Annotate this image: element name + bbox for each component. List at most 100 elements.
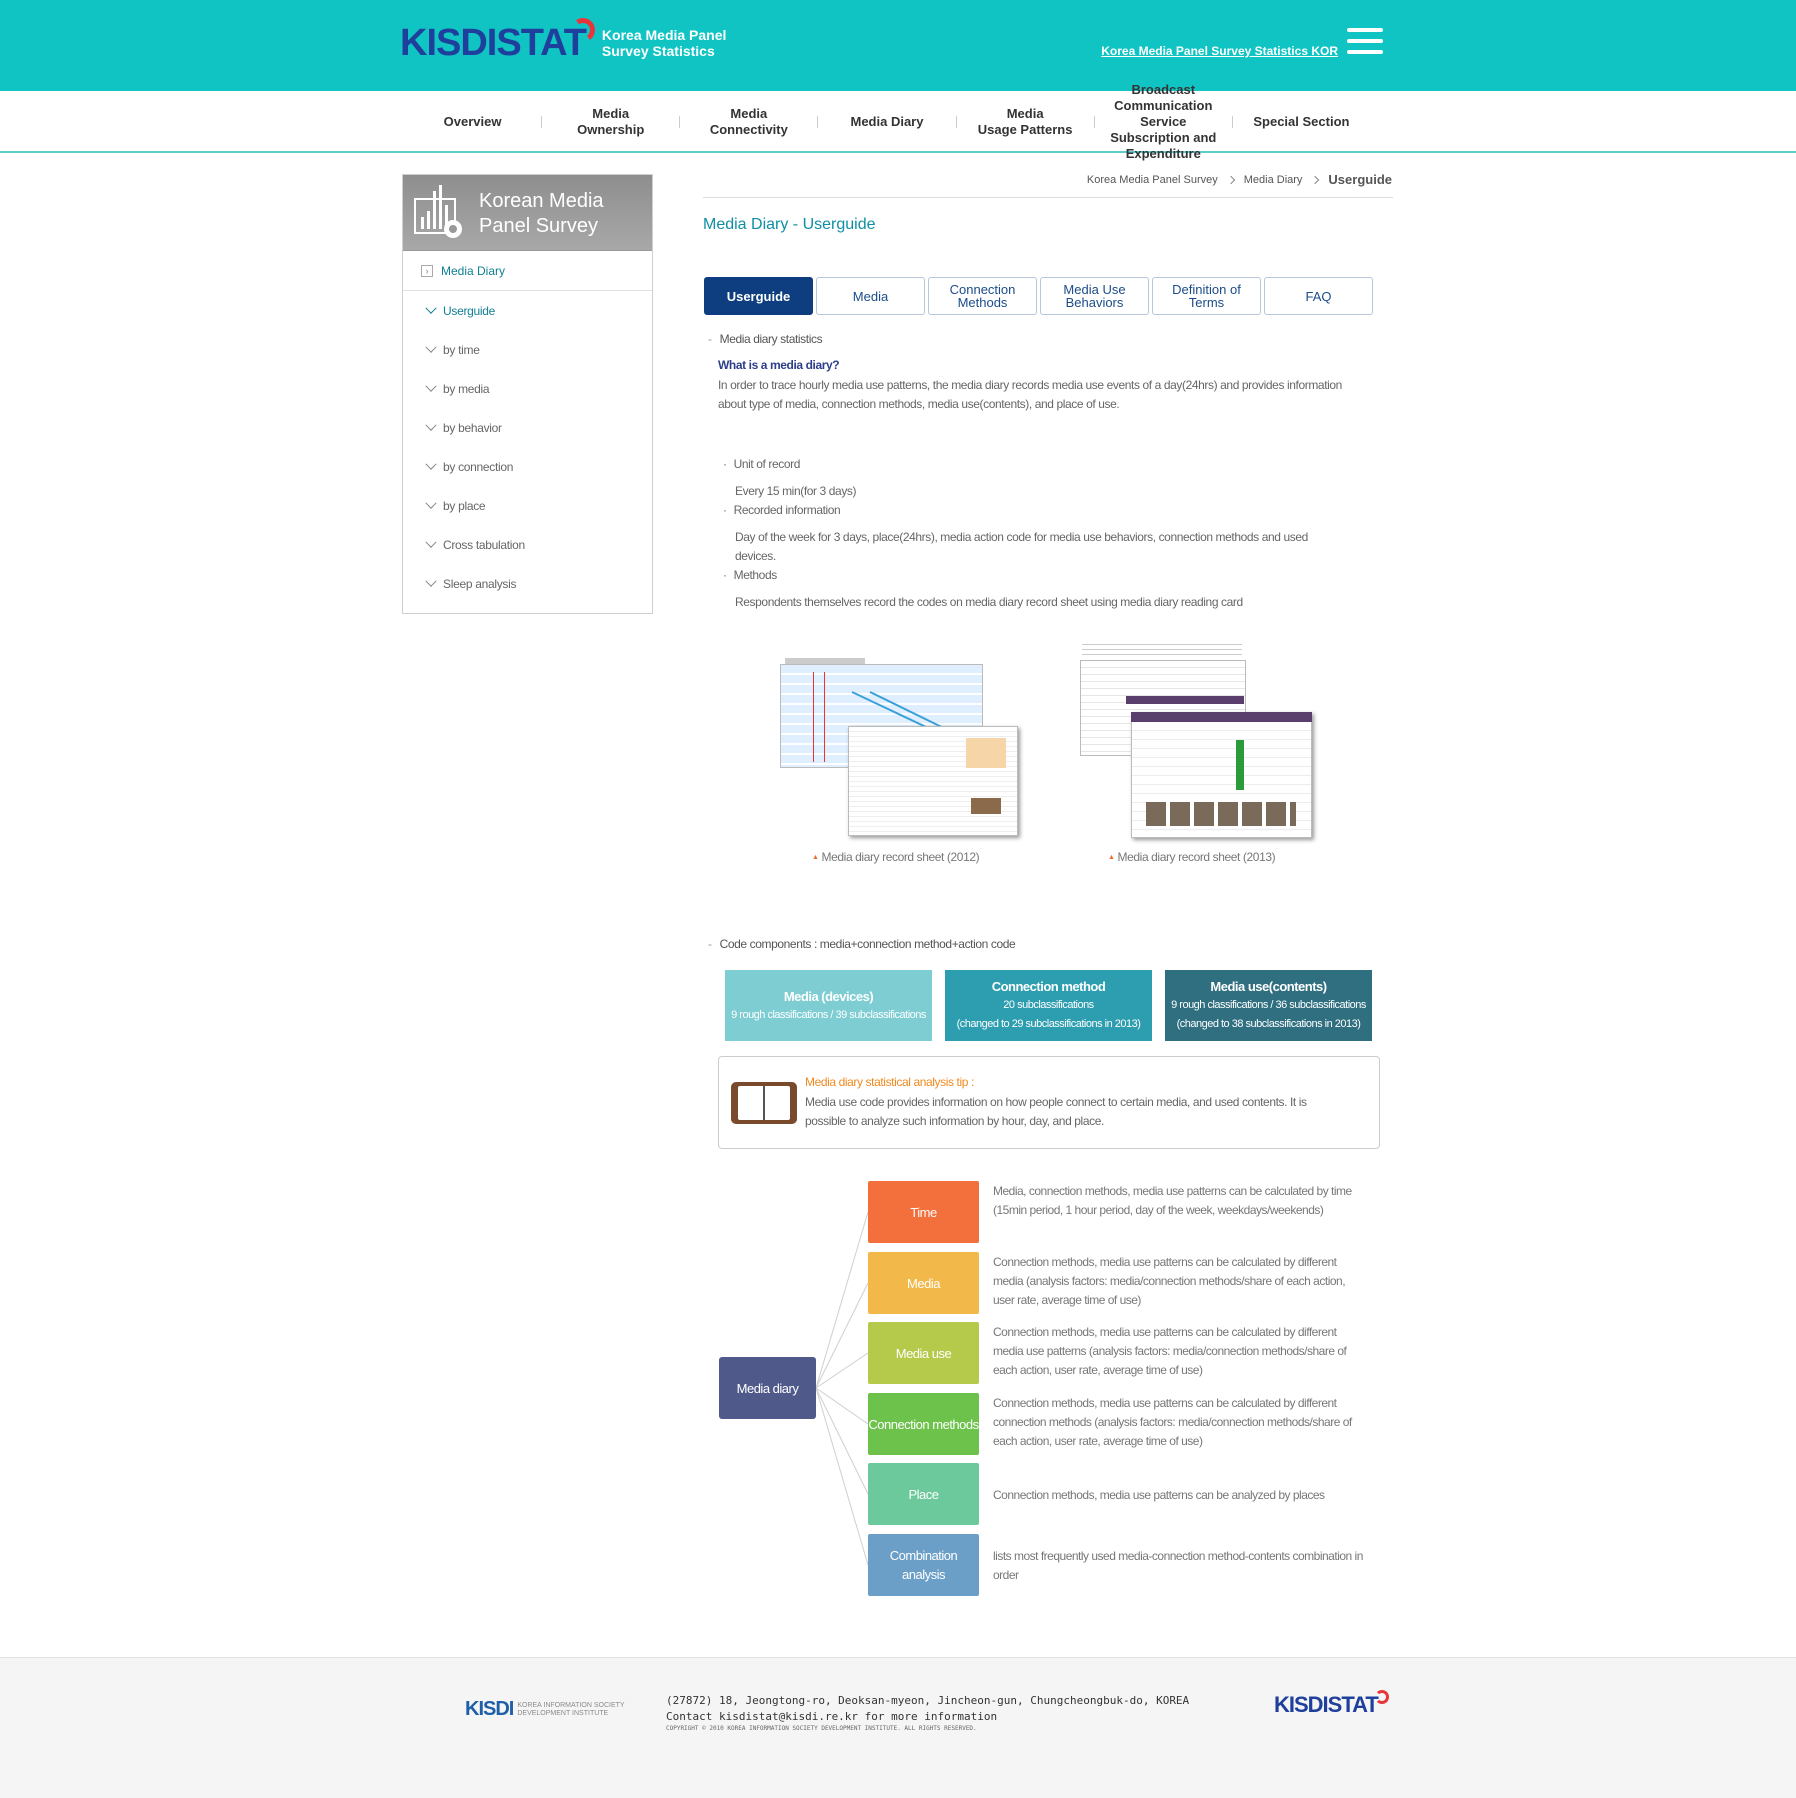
logo-subtitle-line2: Survey Statistics [601,43,715,59]
footer-kisdistat-logo[interactable]: KISDISTAT [1274,1690,1389,1718]
question-heading: What is a media diary? [718,358,840,372]
gnb-item[interactable]: Media Connectivity [680,106,817,138]
gnb-item[interactable]: Overview [404,114,541,130]
global-nav: Overview Media Ownership Media Connectivit… [0,82,1796,161]
sidebar-header: Korean Media Panel Survey [403,175,652,251]
methods-value: Respondents themselves record the codes … [735,595,1243,609]
intro-paragraph: In order to trace hourly media use patte… [718,376,1398,414]
kisdistat-logo[interactable]: KISDISTAT Korea Media Panel Survey Stati… [400,18,726,68]
gnb-item[interactable]: Media Ownership [542,106,679,138]
tab[interactable]: FAQ [1264,277,1373,315]
diagram-connector-line [815,1387,869,1495]
logo-ring-icon [1374,1690,1389,1704]
sidebar-item[interactable]: by behavior [403,408,652,447]
code-box-line1: 9 rough classifications / 39 subclassifi… [731,1008,926,1021]
sidebar-item[interactable]: Sleep analysis [403,564,652,603]
sidebar-item[interactable]: by time [403,330,652,369]
diagram-node: Combination analysis [868,1534,979,1596]
sidebar-item[interactable]: by media [403,369,652,408]
code-box-line2: (changed to 29 subclassifications in 201… [956,1018,1141,1030]
intro-line2: about type of media, connection methods,… [718,397,1120,411]
section-heading-media-diary-statistics: Media diary statistics [708,330,823,349]
tab[interactable]: Media [816,277,925,315]
sidebar-item-label: by connection [443,459,514,474]
sidebar-category-label: Media Diary [441,263,506,278]
tab[interactable]: Media Use Behaviors [1040,277,1149,315]
expand-box-icon: › [421,264,433,277]
footer: KISDI KOREA INFORMATION SOCIETY DEVELOPM… [0,1657,1796,1798]
diagram-node: Place [868,1463,979,1525]
intro-line1: In order to trace hourly media use patte… [718,378,1342,392]
kisdi-logo[interactable]: KISDI KOREA INFORMATION SOCIETY DEVELOPM… [465,1698,625,1721]
chevron-down-icon [425,341,437,353]
kisdi-fullname-line2: DEVELOPMENT INSTITUTE [517,1709,609,1717]
sidebar-item-label: by media [443,381,490,396]
chevron-down-icon [425,458,437,470]
diagram-node-description: Connection methods, media use patterns c… [993,1325,1347,1377]
gnb-item[interactable]: Media Usage Patterns [957,106,1094,138]
code-box-title: Media (devices) [783,988,874,1004]
breadcrumb-divider [703,197,1393,198]
tab[interactable]: Definition of Terms [1152,277,1261,315]
breadcrumb-home[interactable]: Korea Media Panel Survey [1087,174,1218,186]
sidebar-item-label: by place [443,498,486,513]
gnb-item[interactable]: Special Section [1233,114,1370,130]
recorded-information-value: Day of the week for 3 days, place(24hrs)… [735,528,1375,566]
diagram-node: Media use [868,1322,979,1384]
kisdi-wordmark: KISDI [465,1698,514,1720]
menu-hamburger-icon[interactable] [1347,28,1383,58]
sidebar-item[interactable]: by connection [403,447,652,486]
sidebar-item[interactable]: by place [403,486,652,525]
tip-heading: Media diary statistical analysis tip : [805,1075,974,1089]
record-sheet-2012-image [780,658,1020,838]
logo-subtitle: Korea Media Panel Survey Statistics [602,27,727,59]
diagram-connector-line [815,1387,869,1425]
code-box: Media use(contents) 9 rough classificatio… [1165,970,1372,1041]
sidebar-category-media-diary[interactable]: › Media Diary [403,251,652,291]
footer-contact: Contact kisdistat@kisdi.re.kr for more i… [666,1710,998,1723]
code-box-line1: 9 rough classifications / 36 subclassifi… [1171,999,1366,1011]
recorded-line1: Day of the week for 3 days, place(24hrs)… [735,530,1308,544]
chevron-right-icon [1226,175,1235,184]
breadcrumb-section[interactable]: Media Diary [1244,174,1303,186]
stats-gear-icon [414,185,462,238]
diagram-connectors [815,1211,869,1566]
sidebar-item[interactable]: Cross tabulation [403,525,652,564]
code-box-line1: 20 subclassifications [1003,999,1094,1011]
code-box-line2: (changed to 38 subclassifications in 201… [1176,1018,1361,1030]
kor-site-link[interactable]: Korea Media Panel Survey Statistics KOR [1101,44,1338,58]
bullet-unit-of-record: Unit of record [723,455,801,474]
sidebar-item[interactable]: Userguide [403,291,652,330]
diagram-node: Media [868,1252,979,1314]
diary-book-icon [731,1082,797,1124]
breadcrumb-current: Userguide [1328,172,1392,187]
diagram-node-description: lists most frequently used media-connect… [993,1549,1363,1582]
sidebar-item-label: by time [443,342,480,357]
diagram-connector-line [815,1387,869,1566]
record-sheet-2013-image [1076,640,1316,840]
code-box-title: Media use(contents) [1210,979,1327,994]
tab[interactable]: Connection Methods [928,277,1037,315]
footer-logo-wordmark: KISDISTAT [1274,1692,1379,1717]
kisdi-fullname-line1: KOREA INFORMATION SOCIETY [517,1701,625,1709]
analysis-tip-box: Media diary statistical analysis tip : M… [718,1056,1380,1149]
footer-copyright: COPYRIGHT © 2010 KOREA INFORMATION SOCIE… [666,1725,977,1732]
chevron-down-icon [425,419,437,431]
diagram-node-description: Connection methods, media use patterns c… [993,1396,1352,1448]
tab[interactable]: Userguide [704,277,813,315]
recorded-line2: devices. [735,549,776,563]
diagram-node: Connection methods [868,1393,979,1455]
code-box: Connection method 20 subclassifications (c… [945,970,1152,1041]
caption-2013: Media diary record sheet (2013) [1108,850,1276,864]
gnb-item[interactable]: Media Diary [818,114,955,130]
sidebar-title-line2: Panel Survey [479,215,598,237]
logo-subtitle-line1: Korea Media Panel [601,27,727,43]
diagram-connector-line [815,1352,869,1389]
unit-of-record-value: Every 15 min(for 3 days) [735,484,857,498]
page-title: Media Diary - Userguide [703,216,876,233]
gnb-item[interactable]: Broadcast Communication Service Subscrip… [1095,82,1232,162]
breadcrumb: Korea Media Panel Survey Media Diary Use… [1087,172,1392,187]
sidebar-item-label: Userguide [443,303,495,318]
sidebar-item-label: Sleep analysis [443,576,517,591]
kisdi-fullname: KOREA INFORMATION SOCIETY DEVELOPMENT IN… [517,1702,624,1718]
